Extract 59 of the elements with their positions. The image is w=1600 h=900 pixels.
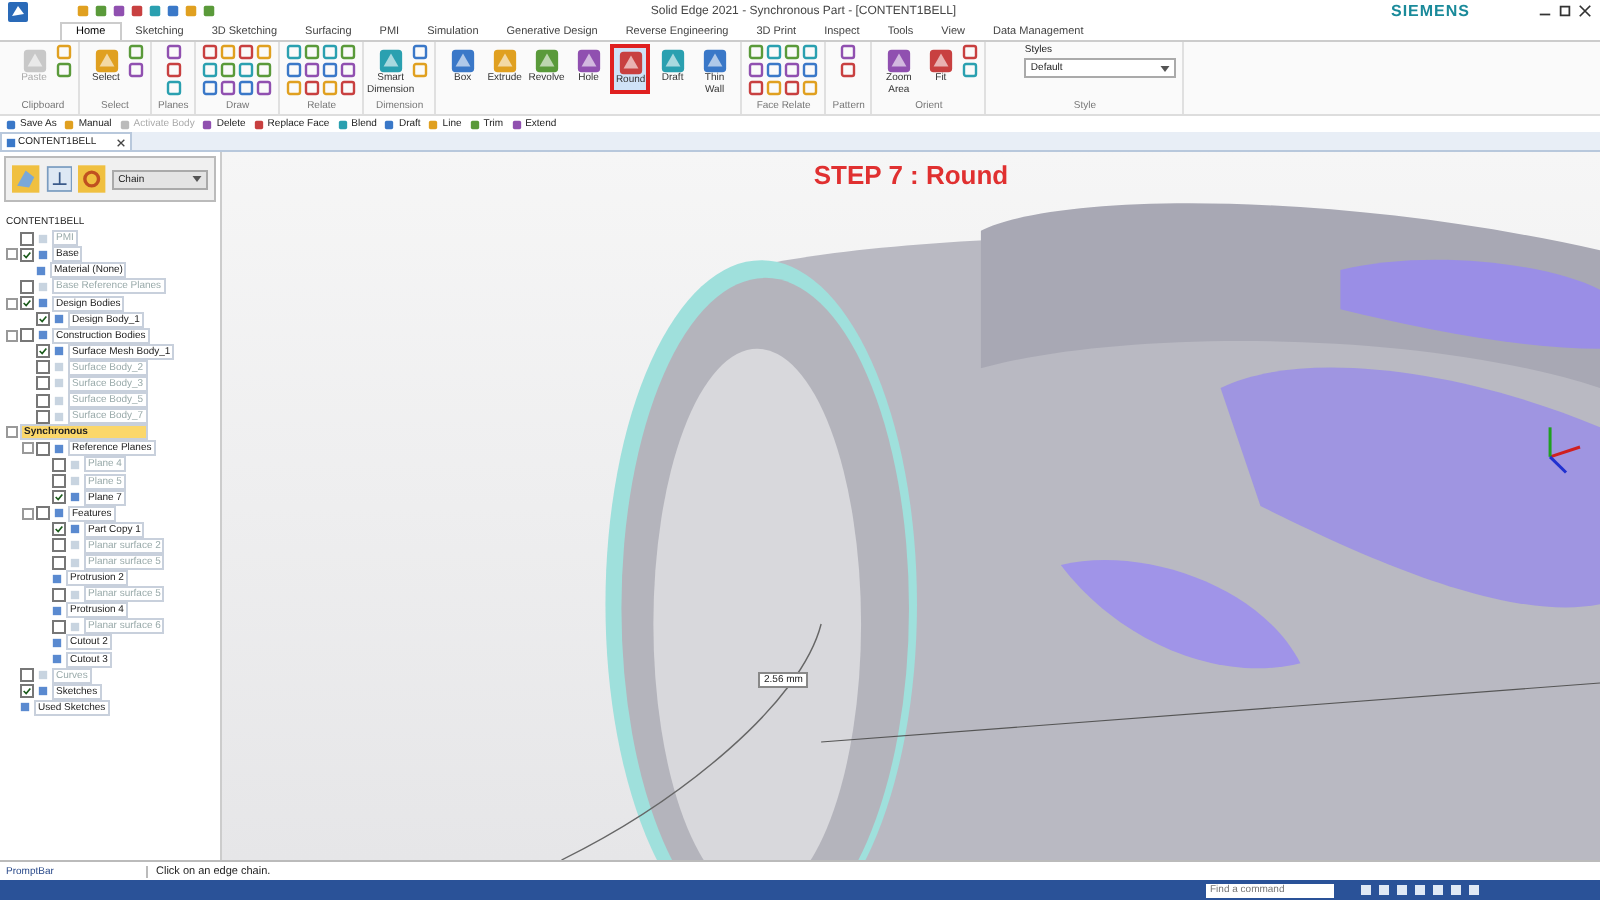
visibility-checkbox[interactable]: [20, 279, 34, 294]
visibility-checkbox[interactable]: [52, 457, 66, 472]
tool-icon: [93, 48, 119, 74]
tool-icon: [885, 48, 912, 74]
tool-icon: [21, 48, 47, 74]
visibility-checkbox[interactable]: [36, 409, 50, 424]
collapse-toggle[interactable]: [6, 297, 18, 310]
collapse-toggle[interactable]: [6, 329, 18, 342]
visibility-checkbox[interactable]: [36, 441, 50, 456]
visibility-checkbox[interactable]: [52, 474, 66, 489]
visibility-checkbox[interactable]: [36, 393, 50, 408]
tool-icon: [659, 48, 686, 74]
command-icon: [253, 119, 264, 129]
command-icon: [64, 119, 75, 129]
document-icon: [6, 137, 16, 147]
close-icon[interactable]: [116, 137, 126, 147]
command-icon: [469, 119, 480, 129]
brand-logo: SIEMENS: [1390, 2, 1470, 20]
caret-icon: [1160, 65, 1171, 71]
visibility-checkbox[interactable]: [20, 684, 34, 699]
visibility-checkbox[interactable]: [36, 312, 50, 327]
tool-icon: [575, 48, 602, 74]
visibility-checkbox[interactable]: [52, 538, 66, 553]
visibility-checkbox[interactable]: [20, 296, 34, 311]
visibility-checkbox[interactable]: [52, 619, 66, 634]
visibility-checkbox[interactable]: [36, 376, 50, 391]
visibility-checkbox[interactable]: [52, 522, 66, 537]
visibility-checkbox[interactable]: [20, 668, 34, 683]
command-icon: [384, 119, 395, 129]
caret-icon: [192, 176, 203, 182]
visibility-checkbox[interactable]: [36, 506, 50, 521]
visibility-checkbox[interactable]: [36, 344, 50, 359]
visibility-checkbox[interactable]: [36, 360, 50, 375]
maximize-icon[interactable]: [1558, 4, 1572, 18]
tool-icon: [533, 48, 560, 74]
tool-icon: [449, 48, 476, 74]
command-icon: [511, 119, 522, 129]
tool-icon: [491, 48, 518, 74]
tool-icon: [377, 48, 404, 74]
close-icon[interactable]: [1578, 4, 1592, 18]
tool-icon: [617, 50, 644, 76]
command-icon: [6, 119, 16, 129]
visibility-checkbox[interactable]: [52, 490, 66, 505]
tool-icon: [927, 48, 954, 74]
command-icon: [337, 119, 348, 129]
command-icon: [428, 119, 439, 129]
command-icon: [119, 119, 130, 129]
visibility-checkbox[interactable]: [52, 587, 66, 602]
collapse-toggle[interactable]: [22, 507, 34, 520]
visibility-checkbox[interactable]: [20, 231, 34, 246]
visibility-checkbox[interactable]: [52, 555, 66, 570]
collapse-toggle[interactable]: [6, 248, 18, 261]
tool-icon: [701, 48, 728, 74]
axis-triad-icon: [1548, 427, 1581, 474]
command-icon: [202, 119, 213, 129]
visibility-checkbox[interactable]: [20, 328, 34, 343]
select-tool-icon[interactable]: [45, 164, 73, 194]
visibility-checkbox[interactable]: [20, 247, 34, 262]
step-heading: STEP 7 : Round: [811, 160, 1011, 190]
